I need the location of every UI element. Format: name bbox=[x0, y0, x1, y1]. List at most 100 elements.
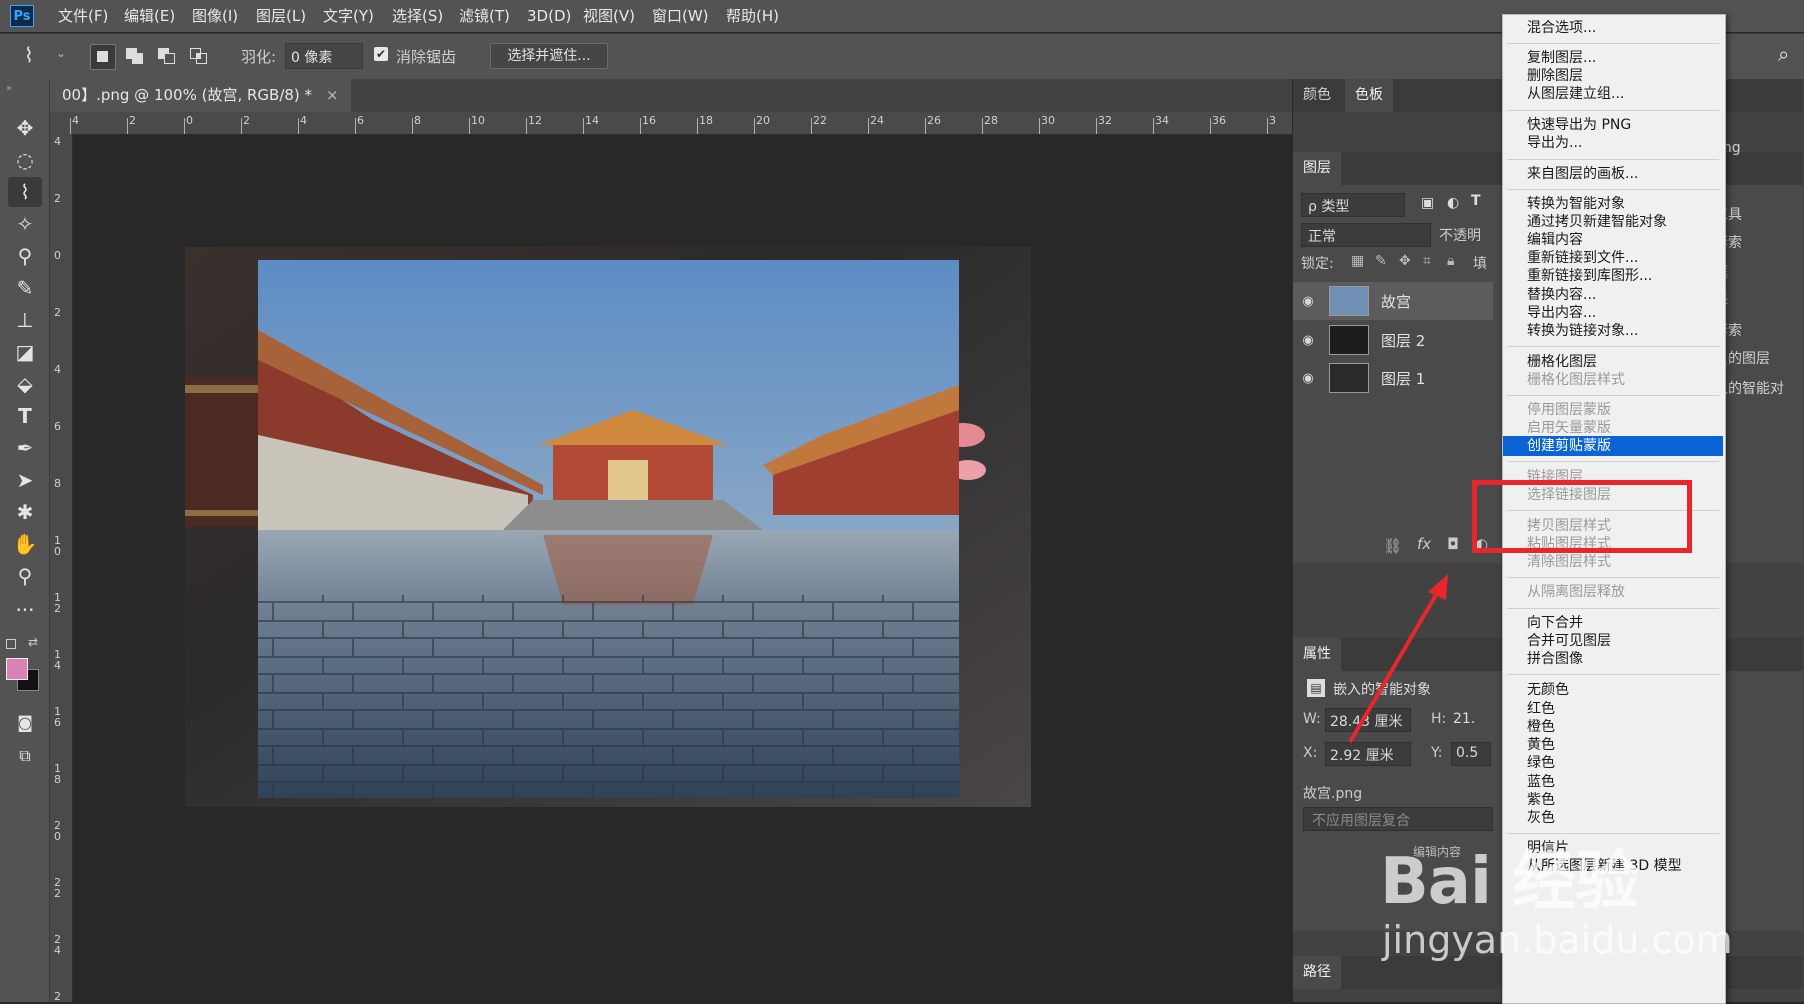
more-tools-icon[interactable]: ··· bbox=[8, 595, 42, 625]
menu-view[interactable]: 视图(V) bbox=[583, 0, 635, 32]
intersect-selection-icon[interactable] bbox=[188, 44, 212, 68]
menu-window[interactable]: 窗口(W) bbox=[652, 0, 709, 32]
menu-item[interactable]: 混合选项... bbox=[1503, 18, 1723, 38]
feather-input[interactable]: 0 像素 bbox=[285, 43, 363, 69]
menu-image[interactable]: 图像(I) bbox=[192, 0, 238, 32]
paint-bucket-tool-icon[interactable]: ⬙ bbox=[8, 369, 42, 399]
menu-item[interactable]: 灰色 bbox=[1503, 808, 1723, 828]
menu-item[interactable]: 来自图层的画板... bbox=[1503, 164, 1723, 184]
menu-item[interactable]: 导出内容... bbox=[1503, 303, 1723, 323]
menu-select[interactable]: 选择(S) bbox=[392, 0, 443, 32]
custom-shape-tool-icon[interactable]: ✱ bbox=[8, 497, 42, 527]
zoom-tool-icon[interactable]: ⚲ bbox=[8, 561, 42, 591]
lasso-tool-icon[interactable]: ⌇ bbox=[8, 177, 42, 207]
menu-item[interactable]: 快速导出为 PNG bbox=[1503, 115, 1723, 135]
menu-item[interactable]: 转换为智能对象 bbox=[1503, 194, 1723, 214]
eyedropper-tool-icon[interactable]: ⚲ bbox=[8, 241, 42, 271]
lock-brush-icon[interactable]: ✎ bbox=[1375, 253, 1387, 269]
tab-paths[interactable]: 路径 bbox=[1293, 956, 1341, 989]
menu-item[interactable]: 重新链接到文件... bbox=[1503, 248, 1723, 268]
move-tool-icon[interactable]: ✥ bbox=[8, 113, 42, 143]
ruler-tick-label: 8 bbox=[414, 114, 421, 127]
menu-item[interactable]: 无颜色 bbox=[1503, 680, 1723, 700]
menu-help[interactable]: 帮助(H) bbox=[726, 0, 779, 32]
menu-item[interactable]: 复制图层... bbox=[1503, 48, 1723, 68]
visibility-eye-icon[interactable]: ◉ bbox=[1293, 333, 1323, 348]
foreground-color-swatch[interactable] bbox=[6, 658, 28, 680]
lock-transparent-icon[interactable]: ▦ bbox=[1351, 253, 1364, 269]
menu-item[interactable]: 绿色 bbox=[1503, 753, 1723, 773]
menu-item[interactable]: 转换为链接对象... bbox=[1503, 321, 1723, 341]
layer-comp-select[interactable]: 不应用图层复合 bbox=[1303, 807, 1493, 831]
polygonal-lasso-tool-icon[interactable]: ⌇ bbox=[24, 43, 34, 67]
menu-item[interactable]: 替换内容... bbox=[1503, 285, 1723, 305]
menu-item[interactable]: 栅格化图层 bbox=[1503, 352, 1723, 372]
blend-mode-select[interactable]: 正常 bbox=[1301, 223, 1431, 247]
new-selection-icon[interactable] bbox=[90, 44, 116, 70]
menu-item[interactable]: 导出为... bbox=[1503, 133, 1723, 153]
add-mask-icon[interactable]: ◘ bbox=[1447, 535, 1459, 553]
swap-colors-icon[interactable]: ⇄ bbox=[28, 635, 38, 649]
menu-3d[interactable]: 3D(D) bbox=[527, 0, 571, 32]
layer-row[interactable]: ◉ 图层 2 bbox=[1293, 321, 1493, 359]
menu-item[interactable]: 编辑内容 bbox=[1503, 230, 1723, 250]
quick-mask-icon[interactable]: ◙ bbox=[8, 707, 42, 737]
menu-item[interactable]: 拼合图像 bbox=[1503, 649, 1723, 669]
pen-tool-icon[interactable]: ✒ bbox=[8, 433, 42, 463]
lock-position-icon[interactable]: ✥ bbox=[1399, 253, 1411, 269]
menu-file[interactable]: 文件(F) bbox=[58, 0, 108, 32]
menu-edit[interactable]: 编辑(E) bbox=[124, 0, 175, 32]
menu-layer[interactable]: 图层(L) bbox=[256, 0, 306, 32]
search-icon[interactable]: ⌕ bbox=[1778, 42, 1789, 66]
eraser-tool-icon[interactable]: ◪ bbox=[8, 337, 42, 367]
add-to-selection-icon[interactable] bbox=[124, 44, 148, 68]
image-filter-icon[interactable]: ▣ bbox=[1421, 195, 1434, 211]
visibility-eye-icon[interactable]: ◉ bbox=[1293, 371, 1323, 386]
menu-item[interactable]: 合并可见图层 bbox=[1503, 631, 1723, 651]
close-tab-icon[interactable]: × bbox=[326, 79, 339, 112]
menu-filter[interactable]: 滤镜(T) bbox=[459, 0, 510, 32]
menu-item[interactable]: 橙色 bbox=[1503, 717, 1723, 737]
stamp-tool-icon[interactable]: ⊥ bbox=[8, 305, 42, 335]
default-colors-icon[interactable] bbox=[6, 639, 16, 649]
document-tab[interactable]: 00】.png @ 100% (故宫, RGB/8) * × bbox=[50, 79, 351, 112]
fx-icon[interactable]: fx bbox=[1417, 535, 1431, 553]
tab-swatches[interactable]: 色板 bbox=[1345, 79, 1393, 112]
menu-item[interactable]: 删除图层 bbox=[1503, 66, 1723, 86]
lock-artboard-icon[interactable]: ⌗ bbox=[1423, 253, 1431, 269]
layer-filter-select[interactable]: ρ 类型 bbox=[1301, 193, 1405, 217]
link-layers-icon[interactable]: ⛓ bbox=[1383, 537, 1402, 555]
tab-properties[interactable]: 属性 bbox=[1293, 638, 1341, 671]
marquee-tool-icon[interactable]: ◌ bbox=[8, 145, 42, 175]
select-and-mask-button[interactable]: 选择并遮住... bbox=[490, 43, 608, 69]
collapse-icon[interactable]: » bbox=[6, 83, 12, 94]
tab-color[interactable]: 颜色 bbox=[1293, 79, 1341, 112]
canvas-area[interactable] bbox=[73, 135, 1278, 1002]
brush-tool-icon[interactable]: ✎ bbox=[8, 273, 42, 303]
subtract-from-selection-icon[interactable] bbox=[156, 44, 180, 68]
menu-item[interactable]: 从图层建立组... bbox=[1503, 84, 1723, 104]
menu-item[interactable]: 向下合并 bbox=[1503, 613, 1723, 633]
layer-row[interactable]: ◉ 故宫 bbox=[1293, 282, 1493, 320]
screen-mode-icon[interactable]: ⧉ bbox=[8, 741, 42, 771]
hand-tool-icon[interactable]: ✋ bbox=[8, 529, 42, 559]
type-tool-icon[interactable]: T bbox=[8, 401, 42, 431]
menu-item[interactable]: 红色 bbox=[1503, 699, 1723, 719]
menu-item[interactable]: 创建剪贴蒙版 bbox=[1503, 436, 1723, 456]
menu-item[interactable]: 紫色 bbox=[1503, 790, 1723, 810]
layer-row[interactable]: ◉ 图层 1 bbox=[1293, 359, 1493, 397]
menu-item[interactable]: 通过拷贝新建智能对象 bbox=[1503, 212, 1723, 232]
type-filter-icon[interactable]: T bbox=[1471, 193, 1481, 209]
path-selection-tool-icon[interactable]: ➤ bbox=[8, 465, 42, 495]
menu-type[interactable]: 文字(Y) bbox=[323, 0, 374, 32]
magic-wand-tool-icon[interactable]: ✧ bbox=[8, 209, 42, 239]
menu-item[interactable]: 重新链接到库图形... bbox=[1503, 266, 1723, 286]
lock-all-icon[interactable]: 🔒︎ bbox=[1447, 253, 1454, 269]
antialias-checkbox[interactable]: ✔ bbox=[374, 47, 388, 61]
tab-layers[interactable]: 图层 bbox=[1293, 152, 1341, 185]
menu-item[interactable]: 黄色 bbox=[1503, 735, 1723, 755]
visibility-eye-icon[interactable]: ◉ bbox=[1293, 294, 1323, 309]
chevron-down-icon[interactable]: ⌄ bbox=[56, 46, 66, 60]
adjustment-filter-icon[interactable]: ◐ bbox=[1447, 195, 1459, 211]
menu-item[interactable]: 蓝色 bbox=[1503, 772, 1723, 792]
